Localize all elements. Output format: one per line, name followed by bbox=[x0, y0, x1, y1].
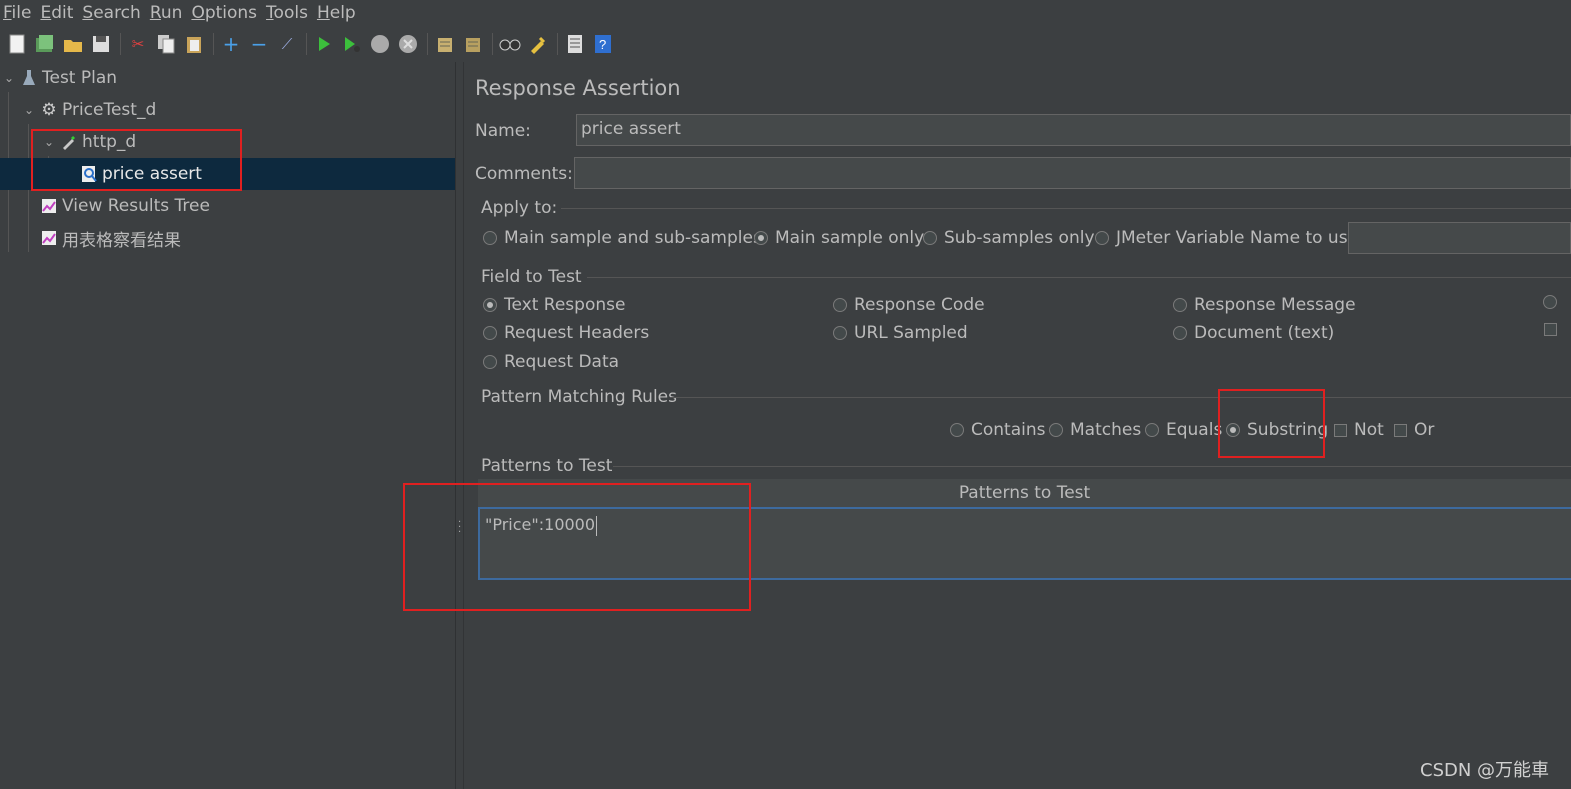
field-text-response-radio[interactable]: Text Response bbox=[483, 295, 625, 315]
graph-icon bbox=[40, 229, 58, 247]
rule-not-checkbox[interactable]: Not bbox=[1334, 420, 1384, 440]
rule-matches-radio[interactable]: Matches bbox=[1049, 420, 1141, 440]
field-partial-radio[interactable] bbox=[1543, 295, 1564, 309]
menu-bar: File Edit Search Run Options Tools Help bbox=[0, 0, 1571, 25]
section-divider bbox=[670, 397, 1571, 398]
watermark: CSDN @万能車 bbox=[1420, 760, 1550, 781]
apply-variable-radio[interactable]: JMeter Variable Name to use bbox=[1095, 228, 1358, 248]
section-divider bbox=[587, 277, 1571, 278]
shutdown-icon[interactable] bbox=[397, 33, 419, 55]
toolbar-separator bbox=[213, 33, 214, 55]
svg-text:?: ? bbox=[599, 37, 606, 52]
rule-or-checkbox[interactable]: Or bbox=[1394, 420, 1434, 440]
tree-item-results-tree[interactable]: View Results Tree bbox=[0, 190, 455, 222]
page-title: Response Assertion bbox=[475, 76, 681, 100]
toggle-icon[interactable]: ⟋ bbox=[276, 33, 298, 55]
field-response-code-radio[interactable]: Response Code bbox=[833, 295, 985, 315]
toolbar-separator bbox=[557, 33, 558, 55]
start-icon[interactable] bbox=[313, 33, 335, 55]
function-helper-icon[interactable] bbox=[564, 33, 586, 55]
reset-search-icon[interactable] bbox=[527, 33, 549, 55]
field-url-sampled-radio[interactable]: URL Sampled bbox=[833, 323, 968, 343]
menu-search[interactable]: Search bbox=[82, 3, 140, 23]
pattern-rules-label: Pattern Matching Rules bbox=[481, 387, 677, 407]
stop-icon[interactable] bbox=[369, 33, 391, 55]
help-icon[interactable]: ? bbox=[592, 33, 614, 55]
apply-to-label: Apply to: bbox=[481, 198, 558, 218]
toolbar-separator bbox=[306, 33, 307, 55]
chevron-down-icon[interactable]: ⌄ bbox=[22, 103, 36, 117]
gear-icon: ⚙ bbox=[41, 100, 57, 120]
field-document-radio[interactable]: Document (text) bbox=[1173, 323, 1334, 343]
field-partial-checkbox[interactable] bbox=[1544, 323, 1564, 336]
search-icon[interactable] bbox=[499, 33, 521, 55]
column-header-label: Patterns to Test bbox=[958, 483, 1091, 503]
highlight-box bbox=[31, 129, 242, 191]
field-to-test-label: Field to Test bbox=[481, 267, 582, 287]
tree-item-label: View Results Tree bbox=[62, 196, 210, 216]
expand-icon[interactable]: + bbox=[220, 32, 242, 56]
cut-icon[interactable]: ✂ bbox=[127, 33, 149, 55]
templates-icon[interactable] bbox=[34, 33, 56, 55]
tree-item-thread-group[interactable]: ⌄ ⚙ PriceTest_d bbox=[0, 94, 455, 126]
menu-help[interactable]: Help bbox=[317, 3, 356, 23]
rule-contains-radio[interactable]: Contains bbox=[950, 420, 1045, 440]
menu-file[interactable]: File bbox=[3, 3, 31, 23]
comments-field[interactable] bbox=[574, 157, 1571, 189]
paste-icon[interactable] bbox=[183, 33, 205, 55]
patterns-label: Patterns to Test bbox=[481, 456, 613, 476]
new-icon[interactable] bbox=[6, 33, 28, 55]
response-assertion-panel: Response Assertion Name: price assert Co… bbox=[465, 62, 1571, 789]
section-divider bbox=[613, 466, 1571, 467]
toolbar-separator bbox=[492, 33, 493, 55]
clear-icon[interactable] bbox=[434, 33, 456, 55]
toolbar-separator bbox=[120, 33, 121, 55]
section-divider bbox=[561, 208, 1571, 209]
name-field[interactable]: price assert bbox=[576, 114, 1571, 146]
menu-tools[interactable]: Tools bbox=[266, 3, 308, 23]
rule-equals-radio[interactable]: Equals bbox=[1145, 420, 1222, 440]
start-no-pause-icon[interactable] bbox=[341, 33, 363, 55]
chevron-down-icon[interactable]: ⌄ bbox=[2, 71, 16, 85]
field-request-headers-radio[interactable]: Request Headers bbox=[483, 323, 649, 343]
toolbar-separator bbox=[427, 33, 428, 55]
tree-item-label: 用表格察看结果 bbox=[62, 230, 181, 251]
splitter-handle[interactable]: · · · bbox=[455, 62, 464, 789]
highlight-box bbox=[1218, 389, 1325, 458]
highlight-box bbox=[403, 483, 751, 611]
variable-name-field[interactable] bbox=[1348, 222, 1571, 254]
open-icon[interactable] bbox=[62, 33, 84, 55]
apply-sub-only-radio[interactable]: Sub-samples only bbox=[923, 228, 1095, 248]
clear-all-icon[interactable] bbox=[462, 33, 484, 55]
name-label: Name: bbox=[475, 121, 531, 141]
comments-label: Comments: bbox=[475, 164, 573, 184]
tree-item-test-plan[interactable]: ⌄ Test Plan bbox=[0, 62, 455, 94]
graph-icon bbox=[40, 197, 58, 215]
copy-icon[interactable] bbox=[155, 33, 177, 55]
field-response-message-radio[interactable]: Response Message bbox=[1173, 295, 1356, 315]
flask-icon bbox=[20, 69, 38, 87]
toolbar: ✂ + − ⟋ ? bbox=[0, 27, 1571, 61]
tree-item-label: Test Plan bbox=[42, 68, 118, 88]
tree-item-label: PriceTest_d bbox=[62, 100, 157, 120]
tree-item-table-results[interactable]: 用表格察看结果 bbox=[0, 222, 455, 254]
menu-edit[interactable]: Edit bbox=[40, 3, 73, 23]
apply-main-and-sub-radio[interactable]: Main sample and sub-samples bbox=[483, 228, 762, 248]
field-request-data-radio[interactable]: Request Data bbox=[483, 352, 619, 372]
save-icon[interactable] bbox=[90, 33, 112, 55]
menu-run[interactable]: Run bbox=[150, 3, 183, 23]
apply-main-only-radio[interactable]: Main sample only bbox=[754, 228, 924, 248]
menu-options[interactable]: Options bbox=[191, 3, 257, 23]
collapse-icon[interactable]: − bbox=[248, 32, 270, 56]
